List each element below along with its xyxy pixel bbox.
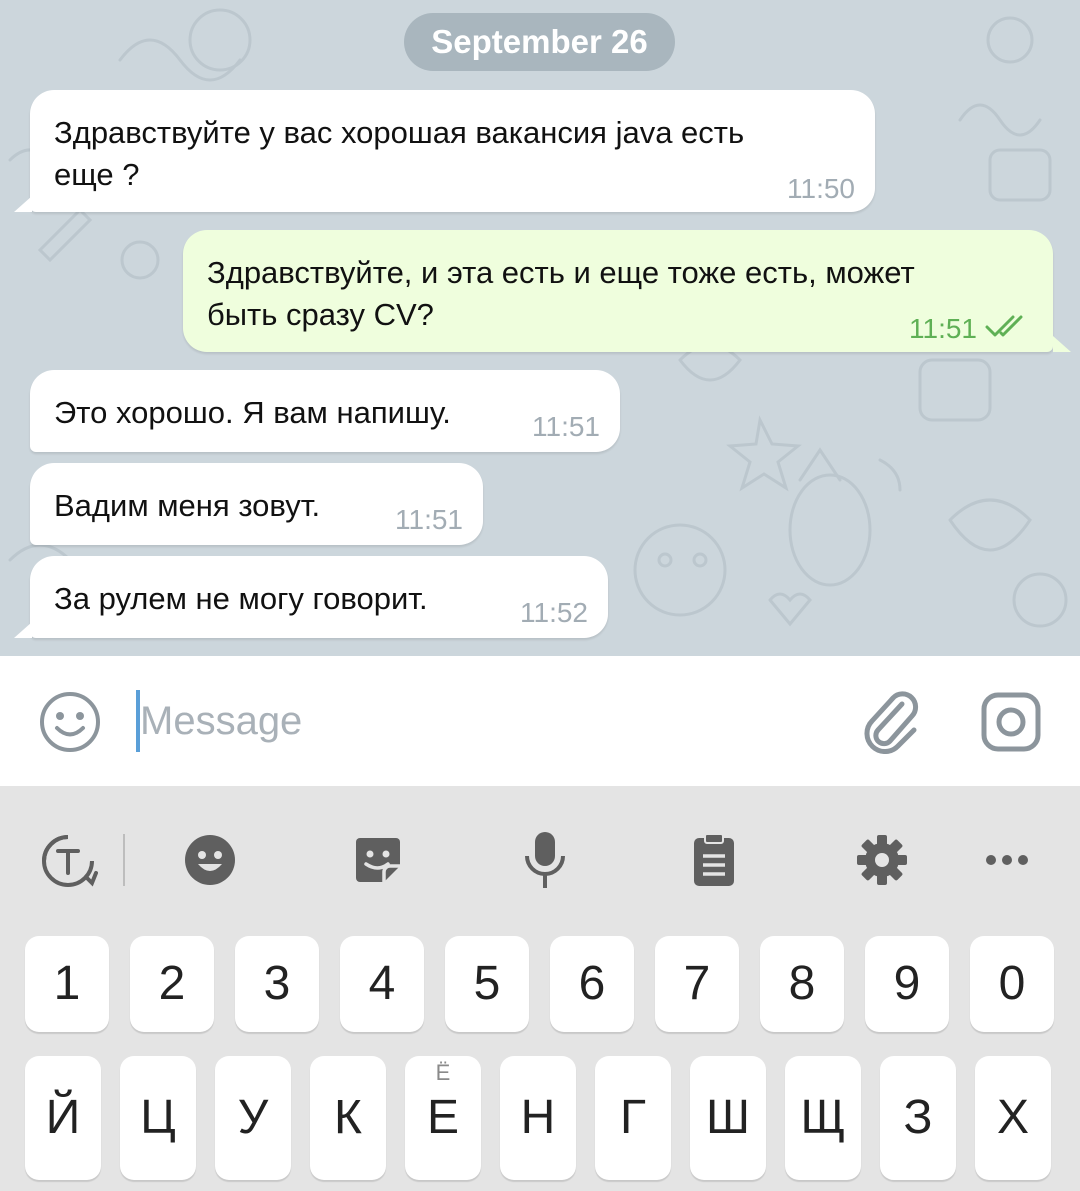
toolbar-divider <box>123 834 125 886</box>
message-bubble-incoming[interactable]: За рулем не могу говорит. 11:52 <box>30 556 608 638</box>
clipboard-icon[interactable] <box>692 832 736 888</box>
message-composer: Message <box>0 656 1080 786</box>
message-text-line: Здравствуйте, и эта есть и еще тоже есть… <box>207 255 915 290</box>
key-1[interactable]: 1 <box>25 936 109 1032</box>
key-2[interactable]: 2 <box>130 936 214 1032</box>
smiley-icon[interactable] <box>39 691 101 753</box>
message-time: 11:51 <box>532 411 600 442</box>
key-letter[interactable]: Ё Е <box>405 1056 481 1180</box>
key-label: Х <box>996 1091 1029 1144</box>
key-label: 4 <box>368 957 396 1010</box>
key-label: Щ <box>800 1091 846 1144</box>
message-text-line: Вадим меня зовут. <box>54 488 321 523</box>
emoji-icon[interactable] <box>184 834 236 886</box>
chat-area[interactable]: September 26 Здравствуйте у вас хорошая … <box>0 0 1080 656</box>
date-separator: September 26 <box>404 13 675 71</box>
sticker-icon[interactable] <box>352 834 404 886</box>
key-8[interactable]: 8 <box>760 936 844 1032</box>
translate-icon[interactable] <box>38 831 98 891</box>
keyboard: 1 2 3 4 5 6 7 8 9 0 Й Ц У К Ё Е Н Г Ш Щ … <box>0 786 1080 1191</box>
key-3[interactable]: 3 <box>235 936 319 1032</box>
key-label: 9 <box>893 957 921 1010</box>
key-9[interactable]: 9 <box>865 936 949 1032</box>
key-letter[interactable]: Г <box>595 1056 671 1180</box>
key-alt-hint: Ё <box>435 1060 451 1085</box>
message-time: 11:51 <box>395 504 463 535</box>
message-text-line: еще ? <box>54 157 140 192</box>
key-label: У <box>237 1091 269 1144</box>
key-label: 3 <box>263 957 291 1010</box>
key-letter[interactable]: К <box>310 1056 386 1180</box>
message-text-line: Это хорошо. Я вам напишу. <box>54 395 451 430</box>
key-letter[interactable]: З <box>880 1056 956 1180</box>
key-letter[interactable]: Й <box>25 1056 101 1180</box>
double-check-icon <box>985 315 1023 337</box>
key-label: 0 <box>998 957 1026 1010</box>
message-text-line: Здравствуйте у вас хорошая вакансия java… <box>54 115 745 150</box>
key-5[interactable]: 5 <box>445 936 529 1032</box>
key-label: 7 <box>683 957 711 1010</box>
message-bubble-incoming[interactable]: Вадим меня зовут. 11:51 <box>30 463 483 545</box>
key-label: 6 <box>578 957 606 1010</box>
key-4[interactable]: 4 <box>340 936 424 1032</box>
key-letter[interactable]: Н <box>500 1056 576 1180</box>
paperclip-icon[interactable] <box>862 690 922 754</box>
key-label: Ш <box>706 1091 750 1144</box>
key-letter[interactable]: Щ <box>785 1056 861 1180</box>
message-text-line: быть сразу CV? <box>207 297 434 332</box>
message-time: 11:50 <box>787 173 855 204</box>
settings-icon[interactable] <box>855 833 909 887</box>
message-time: 11:52 <box>520 597 588 628</box>
more-icon[interactable] <box>984 853 1030 867</box>
key-6[interactable]: 6 <box>550 936 634 1032</box>
message-bubble-incoming[interactable]: Здравствуйте у вас хорошая вакансия java… <box>30 90 875 212</box>
key-label: З <box>903 1091 933 1144</box>
message-time: 11:51 <box>909 313 977 344</box>
bubble-tail <box>14 196 32 212</box>
key-label: 2 <box>158 957 186 1010</box>
key-label: 1 <box>53 957 81 1010</box>
key-label: К <box>334 1091 362 1144</box>
message-text-line: За рулем не могу говорит. <box>54 581 428 616</box>
key-label: 5 <box>473 957 501 1010</box>
bubble-tail <box>14 622 32 638</box>
key-7[interactable]: 7 <box>655 936 739 1032</box>
key-label: Г <box>620 1091 646 1144</box>
key-letter[interactable]: Х <box>975 1056 1051 1180</box>
microphone-icon[interactable] <box>523 830 567 890</box>
key-0[interactable]: 0 <box>970 936 1054 1032</box>
key-letter[interactable]: У <box>215 1056 291 1180</box>
message-input[interactable]: Message <box>140 686 302 756</box>
key-label: Ц <box>140 1091 176 1144</box>
key-label: Н <box>520 1091 556 1144</box>
bubble-tail <box>1053 336 1071 352</box>
key-letter[interactable]: Ш <box>690 1056 766 1180</box>
message-bubble-outgoing[interactable]: Здравствуйте, и эта есть и еще тоже есть… <box>183 230 1053 352</box>
message-bubble-incoming[interactable]: Это хорошо. Я вам напишу. 11:51 <box>30 370 620 452</box>
key-label: 8 <box>788 957 816 1010</box>
key-letter[interactable]: Ц <box>120 1056 196 1180</box>
camera-icon[interactable] <box>980 691 1042 753</box>
key-label: Й <box>45 1091 81 1144</box>
